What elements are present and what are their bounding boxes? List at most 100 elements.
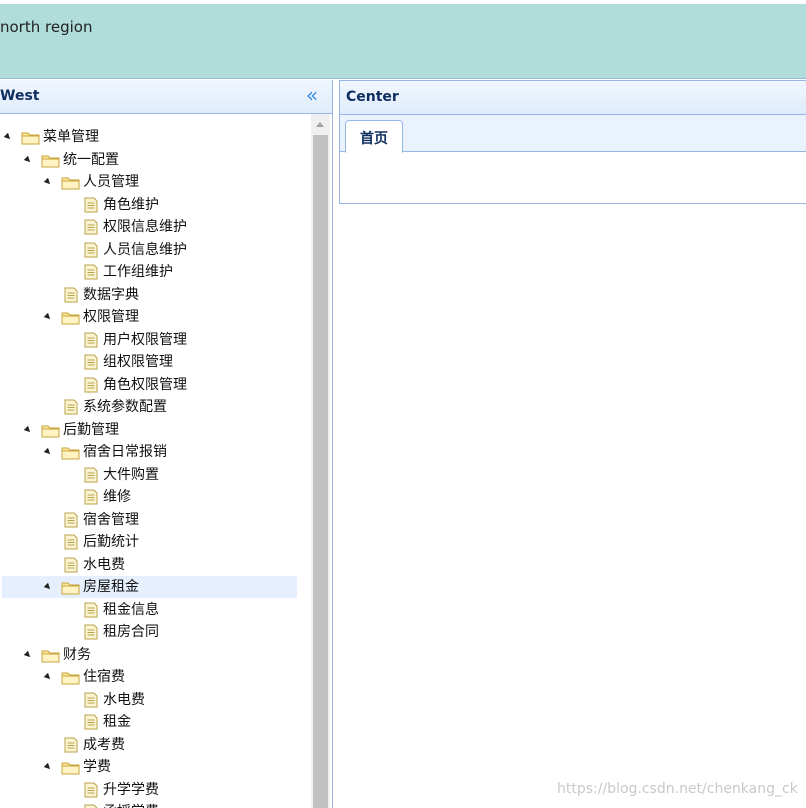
tree-node-label[interactable]: 角色维护: [103, 194, 159, 216]
tree-node-label[interactable]: 学费: [83, 756, 111, 778]
tree-node-label[interactable]: 宿舍管理: [83, 509, 139, 531]
expand-arrow-icon[interactable]: [43, 312, 53, 322]
tree-node-label[interactable]: 系统参数配置: [83, 396, 167, 418]
tree-node-label[interactable]: 权限管理: [83, 306, 139, 328]
tree-node[interactable]: 维修: [0, 486, 311, 509]
tree-node[interactable]: 统一配置: [0, 149, 311, 172]
tree-node-label[interactable]: 水电费: [103, 689, 145, 711]
tree-node-label[interactable]: 权限信息维护: [103, 216, 187, 238]
tree-node[interactable]: 后勤统计: [0, 531, 311, 554]
expand-arrow-icon[interactable]: [23, 650, 33, 659]
tree-node-label[interactable]: 函授学费: [103, 801, 159, 808]
tree-node[interactable]: 组权限管理: [0, 351, 311, 374]
tree-node[interactable]: 租房合同: [0, 621, 311, 644]
west-panel: West « 菜单管理 统一配置 人员管理 角色维护 权限信息维护 人员信息维护 工作组维护…: [0, 80, 333, 808]
tree-node[interactable]: 人员管理: [0, 171, 311, 194]
tree-node-label[interactable]: 数据字典: [83, 284, 139, 306]
tree-node[interactable]: 租金: [0, 711, 311, 734]
tree-node[interactable]: 房屋租金: [0, 576, 311, 599]
expand-arrow-icon[interactable]: [43, 672, 53, 682]
tree-node[interactable]: 成考费: [0, 734, 311, 757]
tree-node[interactable]: 后勤管理: [0, 419, 311, 442]
expand-arrow-icon[interactable]: [43, 177, 53, 187]
expand-arrow-icon[interactable]: [43, 447, 53, 457]
tree-node[interactable]: 租金信息: [0, 599, 311, 622]
tree-node-label[interactable]: 租金: [103, 711, 131, 733]
tree-node[interactable]: 权限管理: [0, 306, 311, 329]
tree-node-label[interactable]: 角色权限管理: [103, 374, 187, 396]
tree-node-label[interactable]: 租金信息: [103, 599, 159, 621]
tree-node-label[interactable]: 升学学费: [103, 779, 159, 801]
tree-node-label[interactable]: 人员信息维护: [103, 239, 187, 261]
watermark: https://blog.csdn.net/chenkang_ck: [557, 781, 798, 797]
file-icon: [64, 557, 78, 573]
file-icon: [64, 534, 78, 550]
tree-node-label[interactable]: 用户权限管理: [103, 329, 187, 351]
expand-arrow-icon[interactable]: [23, 155, 33, 164]
tree-node-label[interactable]: 工作组维护: [103, 261, 173, 283]
menu-tree: 菜单管理 统一配置 人员管理 角色维护 权限信息维护 人员信息维护 工作组维护 数据字典 权限管…: [0, 126, 311, 808]
tree-node[interactable]: 宿舍管理: [0, 509, 311, 532]
file-icon: [84, 692, 98, 708]
tree-node-label[interactable]: 人员管理: [83, 171, 139, 193]
tree-node-label[interactable]: 财务: [63, 644, 91, 666]
file-icon: [84, 782, 98, 798]
tab-strip: 首页: [340, 115, 806, 153]
file-icon: [84, 467, 98, 483]
tree-node[interactable]: 大件购置: [0, 464, 311, 487]
folder-icon: [41, 153, 61, 167]
tree-node[interactable]: 角色权限管理: [0, 374, 311, 397]
tree-node[interactable]: 水电费: [0, 554, 311, 577]
tree-node-label[interactable]: 房屋租金: [83, 576, 139, 598]
tree-node[interactable]: 宿舍日常报销: [0, 441, 311, 464]
tree-node[interactable]: 财务: [0, 644, 311, 667]
tree-node[interactable]: 函授学费: [0, 801, 311, 808]
tree-node-label[interactable]: 成考费: [83, 734, 125, 756]
file-icon: [64, 737, 78, 753]
file-icon: [84, 219, 98, 235]
center-panel-header: Center: [340, 81, 806, 115]
expand-arrow-icon[interactable]: [43, 762, 53, 772]
north-region: north region: [0, 4, 806, 79]
expand-arrow-icon[interactable]: [3, 132, 13, 142]
tree-node[interactable]: 住宿费: [0, 666, 311, 689]
tree-node[interactable]: 角色维护: [0, 194, 311, 217]
tree-node-label[interactable]: 大件购置: [103, 464, 159, 486]
tree-node[interactable]: 菜单管理: [0, 126, 311, 149]
tree-scrollbar[interactable]: [311, 114, 330, 808]
tree-node-label[interactable]: 租房合同: [103, 621, 159, 643]
menu-tree-container: 菜单管理 统一配置 人员管理 角色维护 权限信息维护 人员信息维护 工作组维护 数据字典 权限管…: [0, 114, 311, 808]
tree-node[interactable]: 学费: [0, 756, 311, 779]
tree-node-label[interactable]: 宿舍日常报销: [83, 441, 167, 463]
scrollbar-thumb[interactable]: [313, 135, 328, 808]
tree-node-label[interactable]: 统一配置: [63, 149, 119, 171]
tree-node[interactable]: 权限信息维护: [0, 216, 311, 239]
scroll-up-arrow-icon[interactable]: [311, 114, 330, 134]
tree-node-label[interactable]: 后勤管理: [63, 419, 119, 441]
tree-node-label[interactable]: 水电费: [83, 554, 125, 576]
tree-node[interactable]: 人员信息维护: [0, 239, 311, 262]
tree-node-label[interactable]: 菜单管理: [43, 126, 99, 148]
tree-node[interactable]: 升学学费: [0, 779, 311, 802]
folder-icon: [61, 310, 81, 325]
tree-node[interactable]: 工作组维护: [0, 261, 311, 284]
collapse-west-icon[interactable]: «: [303, 85, 321, 107]
folder-icon: [41, 648, 61, 662]
tree-node-label[interactable]: 维修: [103, 486, 131, 508]
folder-icon: [41, 423, 61, 437]
file-icon: [84, 489, 98, 505]
expand-arrow-icon[interactable]: [23, 425, 33, 434]
tree-node[interactable]: 数据字典: [0, 284, 311, 307]
file-icon: [84, 624, 98, 640]
tab-home[interactable]: 首页: [345, 120, 403, 153]
tree-node-label[interactable]: 组权限管理: [103, 351, 173, 373]
file-icon: [84, 242, 98, 258]
file-icon: [64, 287, 78, 303]
tree-node[interactable]: 水电费: [0, 689, 311, 712]
tree-node[interactable]: 用户权限管理: [0, 329, 311, 352]
tree-node-label[interactable]: 后勤统计: [83, 531, 139, 553]
folder-icon: [61, 175, 81, 190]
tree-node[interactable]: 系统参数配置: [0, 396, 311, 419]
tree-node-label[interactable]: 住宿费: [83, 666, 125, 688]
west-panel-header: West «: [0, 80, 332, 114]
